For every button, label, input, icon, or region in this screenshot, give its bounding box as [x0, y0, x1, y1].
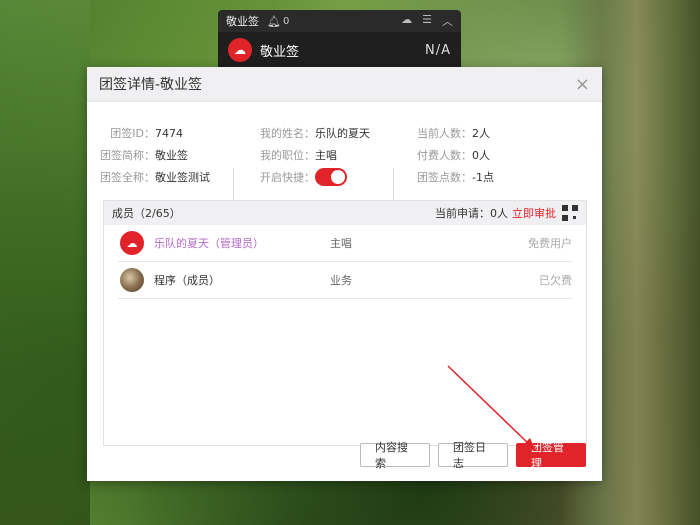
team-log-button[interactable]: 团签日志 — [438, 441, 508, 470]
info-value: 0人 — [472, 149, 490, 162]
cloud-sync-icon[interactable]: ☁ — [401, 13, 412, 29]
dialog-title: 团签详情-敬业签 — [99, 77, 203, 93]
info-row-quick-toggle: 开启快捷： — [237, 166, 370, 188]
info-row-team-points: 团签点数： -1点 — [387, 166, 494, 188]
mini-widget-controls: ☁ ☰ ︿ — [401, 13, 453, 29]
info-label: 团签ID： — [110, 127, 155, 140]
notification-count: 0 — [282, 15, 290, 27]
info-label: 团签简称： — [100, 149, 155, 162]
info-value: 7474 — [155, 126, 183, 140]
menu-icon[interactable]: ☰ — [422, 13, 432, 29]
team-info-column-3: 当前人数： 2人 付费人数： 0人 团签点数： -1点 — [387, 122, 494, 188]
background-foliage-left — [0, 0, 90, 525]
approve-now-link[interactable]: 立即审批 — [512, 205, 556, 221]
member-name: 乐队的夏天（管理员） — [154, 237, 264, 250]
team-info-column-1: 团签ID： 7474 团签简称： 敬业签 团签全称： 敬业签测试 — [87, 122, 210, 188]
team-detail-dialog: 团签详情-敬业签 × 团签ID： 7474 团签简称： 敬业签 团签全称： 敬业… — [87, 67, 602, 481]
info-label: 团签全称： — [100, 171, 155, 184]
bell-icon[interactable]: 🔔︎ — [267, 15, 281, 28]
content-search-button[interactable]: 内容搜索 — [360, 441, 430, 470]
avatar — [120, 268, 144, 292]
info-row-team-id: 团签ID： 7474 — [87, 122, 210, 144]
info-value: 乐队的夏天 — [315, 127, 370, 140]
info-row-current-count: 当前人数： 2人 — [387, 122, 494, 144]
members-header: 成员（2/65） 当前申请：0人 立即审批 — [104, 201, 586, 225]
info-value: 主唱 — [315, 149, 337, 162]
team-manage-button[interactable]: 团签管理 — [516, 441, 586, 470]
mini-widget: 敬业签 🔔︎ 0 ☁ ☰ ︿ ☁ 敬业签 N/A — [218, 10, 461, 68]
dialog-button-bar: 内容搜索 团签日志 团签管理 — [360, 441, 586, 470]
mini-widget-app-row[interactable]: ☁ 敬业签 N/A — [218, 32, 461, 68]
info-label: 开启快捷： — [260, 171, 315, 184]
info-label: 我的姓名： — [260, 127, 315, 140]
info-row-team-short-name: 团签简称： 敬业签 — [87, 144, 210, 166]
mini-app-status: N/A — [425, 42, 451, 58]
mini-app-name: 敬业签 — [260, 44, 300, 60]
info-label: 当前人数： — [417, 127, 472, 140]
table-row[interactable]: ☁ 乐队的夏天（管理员） 主唱 免费用户 — [118, 225, 572, 262]
app-logo-icon: ☁ — [228, 38, 252, 62]
members-panel: 成员（2/65） 当前申请：0人 立即审批 ☁ 乐队的夏天（管理员） 主唱 免费… — [103, 200, 587, 446]
table-row[interactable]: 程序（成员） 业务 已欠费 — [118, 262, 572, 299]
close-icon[interactable]: × — [575, 74, 590, 95]
dialog-header: 团签详情-敬业签 × — [87, 67, 602, 102]
info-value: 2人 — [472, 127, 490, 140]
member-role: 主唱 — [330, 237, 352, 250]
info-label: 付费人数： — [417, 149, 472, 162]
team-info-column-2: 我的姓名： 乐队的夏天 我的职位： 主唱 开启快捷： — [237, 122, 370, 188]
mini-widget-title: 敬业签 — [226, 15, 259, 28]
team-info-section: 团签ID： 7474 团签简称： 敬业签 团签全称： 敬业签测试 我的姓名： 乐… — [87, 102, 602, 212]
quick-access-toggle[interactable] — [315, 168, 347, 186]
info-value: 敬业签测试 — [155, 171, 210, 184]
info-row-my-name: 我的姓名： 乐队的夏天 — [237, 122, 370, 144]
info-value: -1点 — [472, 171, 494, 184]
qr-code-icon[interactable] — [562, 205, 578, 221]
info-row-my-position: 我的职位： 主唱 — [237, 144, 370, 166]
members-count-label: 成员（2/65） — [112, 207, 181, 220]
mini-widget-titlebar: 敬业签 🔔︎ 0 ☁ ☰ ︿ — [218, 10, 461, 32]
info-value: 敬业签 — [155, 149, 188, 162]
member-name: 程序（成员） — [154, 274, 220, 287]
info-label: 我的职位： — [260, 149, 315, 162]
pending-applications-label: 当前申请：0人 — [435, 207, 508, 220]
member-role: 业务 — [330, 274, 352, 287]
collapse-icon[interactable]: ︿ — [442, 13, 453, 29]
avatar: ☁ — [120, 231, 144, 255]
info-row-paid-count: 付费人数： 0人 — [387, 144, 494, 166]
member-status: 免费用户 — [528, 237, 572, 250]
info-label: 团签点数： — [417, 171, 472, 184]
member-status: 已欠费 — [539, 274, 572, 287]
info-row-team-full-name: 团签全称： 敬业签测试 — [87, 166, 210, 188]
